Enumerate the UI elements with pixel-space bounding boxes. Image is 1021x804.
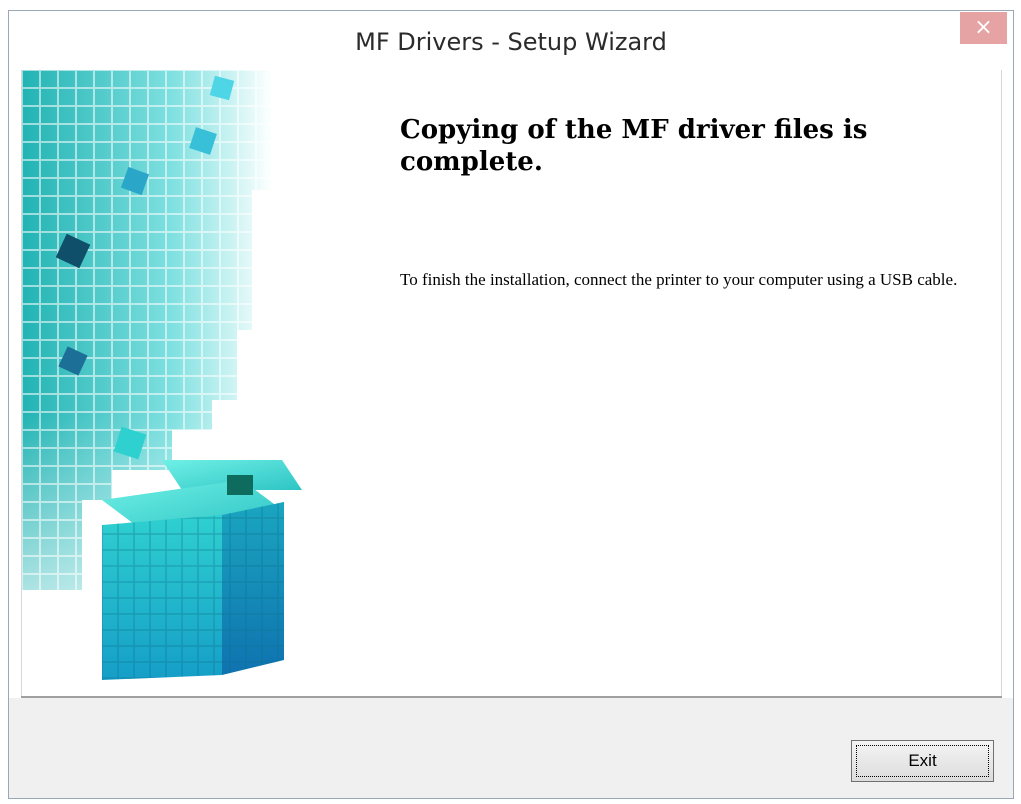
exit-button-label: Exit: [908, 751, 937, 770]
close-button[interactable]: ×: [960, 12, 1007, 44]
wizard-content: Copying of the MF driver files is comple…: [21, 70, 1002, 696]
setup-wizard-window: MF Drivers - Setup Wizard × Copying of t…: [8, 10, 1014, 799]
completion-heading: Copying of the MF driver files is comple…: [400, 115, 868, 177]
title-bar[interactable]: MF Drivers - Setup Wizard ×: [9, 11, 1013, 71]
window-title: MF Drivers - Setup Wizard: [355, 28, 667, 56]
exit-button[interactable]: Exit: [851, 740, 994, 782]
cube-art-icon: [22, 70, 312, 696]
instruction-text: To finish the installation, connect the …: [400, 270, 958, 289]
wizard-footer: Exit: [9, 698, 1013, 798]
close-icon: ×: [974, 15, 993, 40]
page-background: [0, 0, 1021, 10]
